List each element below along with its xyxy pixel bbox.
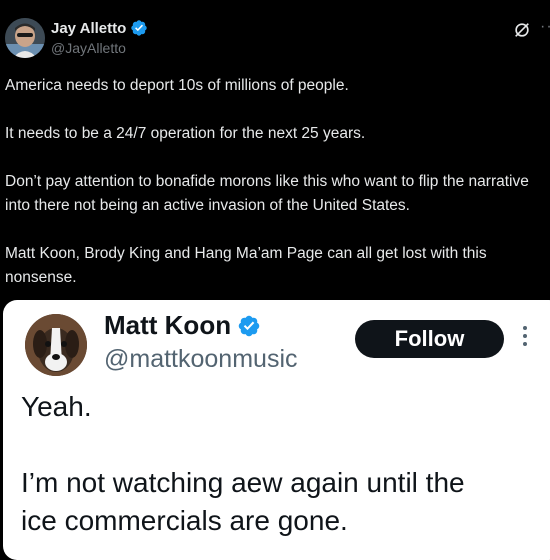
author-avatar-image: [5, 18, 45, 58]
more-icon[interactable]: ···: [540, 18, 550, 36]
author-avatar[interactable]: [5, 18, 45, 58]
quoted-line: I’m not watching aew again until the: [21, 467, 465, 498]
post-paragraph: Don’t pay attention to bonafide morons l…: [5, 173, 529, 214]
post-header: Jay Alletto @JayAlletto ···: [0, 0, 550, 70]
author-name-row: Jay Alletto: [51, 19, 148, 37]
quoted-spacer: [21, 426, 550, 464]
follow-button[interactable]: Follow: [355, 320, 504, 358]
quoted-author-handle[interactable]: @mattkoonmusic: [104, 345, 298, 374]
dog-avatar-image: [25, 314, 87, 376]
post-paragraph: America needs to deport 10s of millions …: [5, 77, 349, 94]
grok-icon[interactable]: [513, 21, 531, 39]
verified-badge-icon: [131, 20, 148, 36]
quoted-author-name[interactable]: Matt Koon: [104, 310, 231, 341]
quoted-author-avatar[interactable]: [25, 314, 87, 376]
quoted-line: ice commercials are gone.: [21, 505, 348, 536]
quoted-line: Yeah.: [21, 391, 92, 422]
post-paragraph: It needs to be a 24/7 operation for the …: [5, 125, 366, 142]
more-icon[interactable]: [522, 326, 530, 350]
author-handle[interactable]: @JayAlletto: [51, 40, 126, 56]
quoted-name-row: Matt Koon: [104, 310, 261, 341]
post-paragraph: Matt Koon, Brody King and Hang Ma’am Pag…: [5, 245, 487, 286]
post-text: America needs to deport 10s of millions …: [5, 74, 545, 314]
verified-badge-icon: [238, 315, 260, 336]
quoted-post-text: Yeah. I’m not watching aew again until t…: [21, 388, 550, 540]
author-name[interactable]: Jay Alletto: [51, 20, 126, 37]
